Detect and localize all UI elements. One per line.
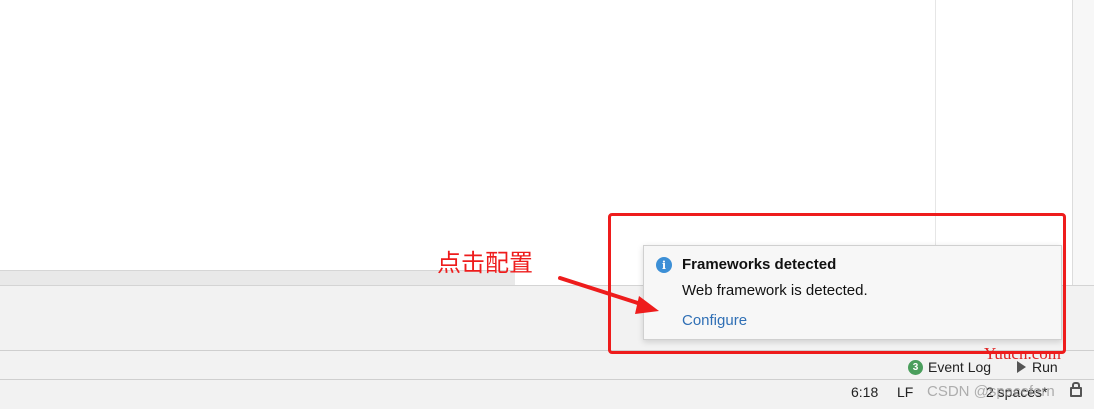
annotation-highlight-box [608, 213, 1066, 354]
caret-position[interactable]: 6:18 [851, 384, 878, 400]
annotation-label: 点击配置 [437, 249, 533, 277]
event-log-button[interactable]: 3 Event Log [908, 358, 991, 376]
lock-icon[interactable] [1070, 382, 1082, 397]
event-log-count-badge: 3 [908, 359, 923, 375]
event-log-label: Event Log [928, 359, 992, 375]
line-separator[interactable]: LF [897, 384, 913, 400]
right-margin-guide [935, 0, 936, 245]
annotation-arrow-icon [558, 276, 659, 314]
csdn-watermark: CSDN @spacefern [927, 383, 1055, 400]
